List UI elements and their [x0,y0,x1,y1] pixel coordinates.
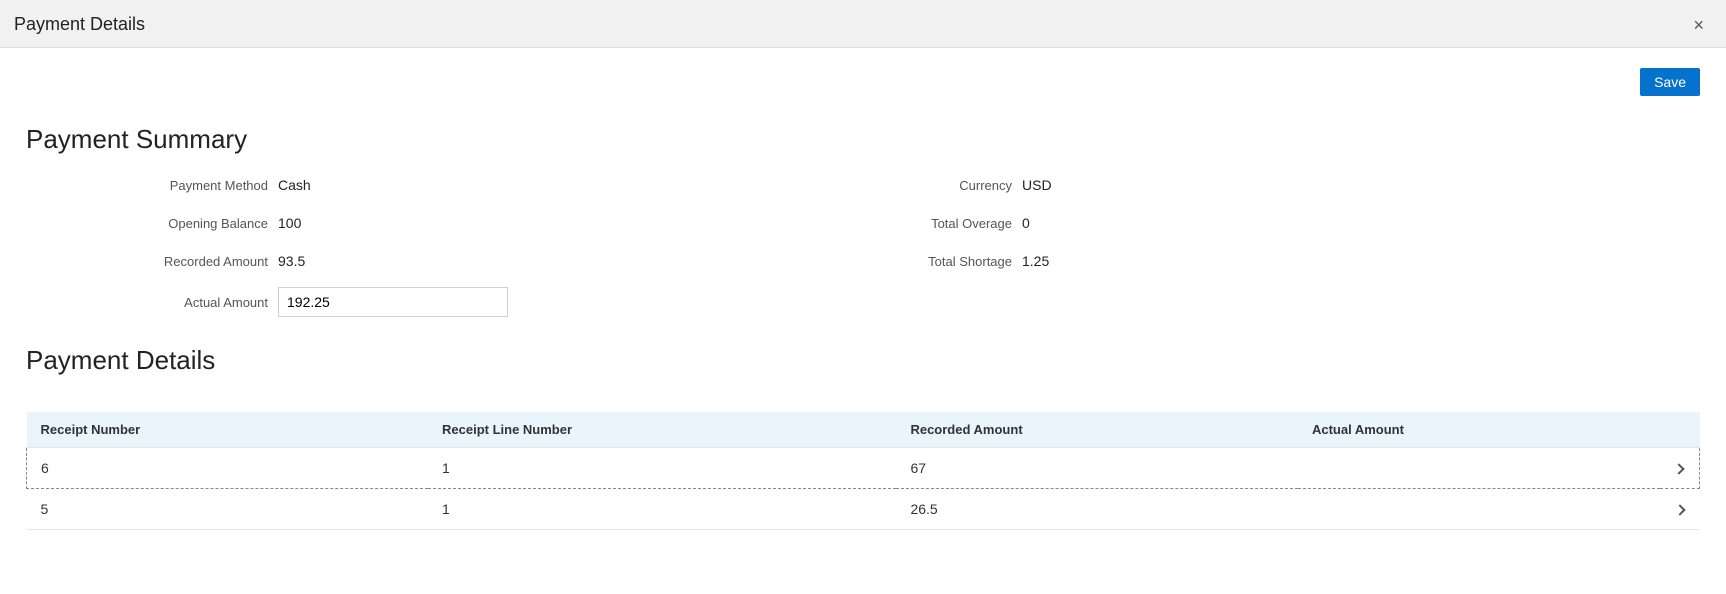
close-button[interactable]: × [1687,16,1710,34]
payment-details-table: Receipt Number Receipt Line Number Recor… [26,412,1700,530]
close-icon: × [1693,15,1704,35]
details-section-title: Payment Details [26,345,1700,376]
cell-receipt-number: 5 [27,489,429,530]
summary-left-column: Payment Method Cash Opening Balance 100 … [26,173,586,317]
total-overage-row: Total Overage 0 [666,211,1226,235]
total-shortage-value: 1.25 [1022,253,1049,269]
expand-row-button[interactable] [1660,489,1700,530]
page-title: Payment Details [14,14,145,35]
header-bar: Payment Details × [0,0,1726,48]
currency-label: Currency [666,178,1022,193]
currency-row: Currency USD [666,173,1226,197]
chevron-right-icon [1674,504,1685,515]
total-shortage-row: Total Shortage 1.25 [666,249,1226,273]
summary-grid: Payment Method Cash Opening Balance 100 … [26,173,1700,317]
content-area: Save Payment Summary Payment Method Cash… [0,48,1726,540]
opening-balance-label: Opening Balance [26,216,278,231]
cell-actual-amount [1298,489,1660,530]
col-recorded-amount[interactable]: Recorded Amount [896,412,1298,448]
table-row[interactable]: 5126.5 [27,489,1700,530]
actual-amount-row: Actual Amount [26,287,586,317]
payment-method-label: Payment Method [26,178,278,193]
recorded-amount-value: 93.5 [278,253,305,269]
payment-method-row: Payment Method Cash [26,173,586,197]
col-receipt-line-number[interactable]: Receipt Line Number [428,412,896,448]
summary-section-title: Payment Summary [26,124,1700,155]
total-shortage-label: Total Shortage [666,254,1022,269]
currency-value: USD [1022,177,1052,193]
payment-method-value: Cash [278,177,311,193]
opening-balance-value: 100 [278,215,301,231]
cell-receipt-line-number: 1 [428,448,896,489]
chevron-right-icon [1674,463,1685,474]
col-receipt-number[interactable]: Receipt Number [27,412,429,448]
total-overage-value: 0 [1022,215,1030,231]
cell-receipt-number: 6 [27,448,429,489]
recorded-amount-label: Recorded Amount [26,254,278,269]
cell-receipt-line-number: 1 [428,489,896,530]
cell-recorded-amount: 26.5 [896,489,1298,530]
toolbar: Save [26,68,1700,96]
actual-amount-input[interactable] [278,287,508,317]
cell-recorded-amount: 67 [896,448,1298,489]
table-row[interactable]: 6167 [27,448,1700,489]
cell-actual-amount [1298,448,1660,489]
actual-amount-label: Actual Amount [26,295,278,310]
expand-row-button[interactable] [1660,448,1700,489]
save-button[interactable]: Save [1640,68,1700,96]
total-overage-label: Total Overage [666,216,1022,231]
col-expand [1660,412,1700,448]
recorded-amount-row: Recorded Amount 93.5 [26,249,586,273]
summary-right-column: Currency USD Total Overage 0 Total Short… [666,173,1226,317]
table-header-row: Receipt Number Receipt Line Number Recor… [27,412,1700,448]
col-actual-amount[interactable]: Actual Amount [1298,412,1660,448]
opening-balance-row: Opening Balance 100 [26,211,586,235]
